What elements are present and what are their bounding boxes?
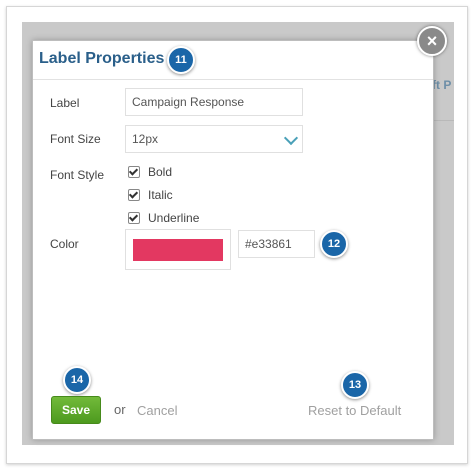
font-style-caption: Font Style [50, 168, 105, 182]
callout-11: 11 [167, 46, 195, 74]
checkbox-checked-icon[interactable] [128, 212, 140, 224]
close-icon[interactable]: × [417, 26, 447, 56]
save-button[interactable]: Save [51, 396, 101, 424]
callout-12: 12 [320, 230, 348, 258]
checkbox-bold-label: Bold [148, 165, 173, 179]
checkbox-checked-icon[interactable] [128, 166, 140, 178]
color-picker[interactable] [125, 229, 231, 270]
dialog-title: Label Properties [39, 50, 165, 67]
color-hex-input[interactable] [238, 230, 315, 258]
color-caption: Color [50, 237, 79, 251]
checkbox-checked-icon[interactable] [128, 189, 140, 201]
or-text: or [114, 402, 126, 417]
reset-to-default-link[interactable]: Reset to Default [308, 403, 401, 418]
background-divider [432, 120, 454, 121]
font-size-caption: Font Size [50, 132, 101, 146]
cancel-link[interactable]: Cancel [137, 403, 177, 418]
callout-14: 14 [63, 366, 91, 394]
font-size-value: 12px [132, 132, 159, 146]
callout-13: 13 [341, 371, 369, 399]
background-peek-text: ft P [432, 78, 452, 92]
font-size-select[interactable]: 12px [125, 125, 303, 153]
color-swatch[interactable] [133, 239, 223, 261]
chevron-down-icon [283, 130, 299, 146]
checkbox-underline-label: Underline [148, 211, 200, 225]
dialog-header: Label Properties [33, 41, 433, 80]
checkbox-italic-label: Italic [148, 188, 173, 202]
label-caption: Label [50, 96, 80, 110]
label-input[interactable] [125, 88, 303, 116]
